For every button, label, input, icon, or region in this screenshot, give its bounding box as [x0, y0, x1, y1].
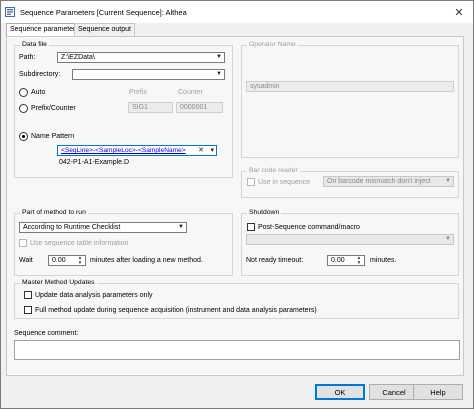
auto-label: Auto: [31, 89, 46, 96]
name-example: 042-P1-A1-Example.D: [59, 159, 130, 166]
update-data-analysis-checkbox[interactable]: [24, 291, 32, 299]
operator-name-field[interactable]: sysadmin: [246, 81, 454, 92]
full-method-update-checkbox[interactable]: [24, 306, 32, 314]
part-of-method-title: Part of method to run: [20, 209, 88, 216]
counter-field[interactable]: 0000001: [176, 102, 223, 113]
path-dropdown[interactable]: Z:\EZData\ ▼: [57, 52, 225, 63]
barcode-mismatch-value: On barcode mismatch don't inject: [327, 178, 431, 185]
use-in-sequence-label: Use in sequence: [258, 179, 311, 186]
name-pattern-value: <SeqLine>-<SampleLoc>-<SampleName>: [61, 147, 186, 154]
prefix-counter-radio[interactable]: [19, 104, 28, 113]
part-of-method-value: According to Runtime Checklist: [23, 224, 121, 231]
prefix-header: Prefix: [129, 89, 147, 96]
subdirectory-dropdown[interactable]: ▼: [72, 69, 225, 80]
operator-group: Operator Name: [241, 41, 459, 158]
barcode-mismatch-dropdown[interactable]: On barcode mismatch don't inject ▼: [323, 176, 454, 187]
wait-label: Wait: [19, 257, 33, 264]
chevron-down-icon[interactable]: ▾: [210, 146, 214, 154]
name-pattern-label: Name Pattern: [31, 133, 75, 140]
not-ready-value: 0.00: [331, 257, 345, 264]
tab-sequence-output[interactable]: Sequence output: [74, 23, 135, 36]
wait-suffix: minutes after loading a new method.: [90, 257, 203, 264]
clear-icon[interactable]: ✕: [198, 146, 204, 154]
chevron-down-icon: ▼: [216, 54, 222, 60]
chevron-down-icon: ▼: [445, 178, 451, 184]
path-value: Z:\EZData\: [61, 54, 95, 61]
tab-sequence-parameters[interactable]: Sequence parameters: [6, 23, 83, 37]
part-of-method-dropdown[interactable]: According to Runtime Checklist ▼: [19, 222, 187, 233]
not-ready-spinner[interactable]: 0.00 ▲ ▼: [327, 255, 365, 266]
auto-radio[interactable]: [19, 88, 28, 97]
sequence-parameters-dialog: Sequence Parameters [Current Sequence]: …: [0, 0, 474, 409]
full-method-update-label: Full method update during sequence acqui…: [35, 307, 317, 314]
master-method-title: Master Method Updates: [20, 279, 97, 286]
update-data-analysis-label: Update data analysis parameters only: [35, 292, 153, 299]
sequence-comment-label: Sequence comment:: [14, 330, 79, 337]
cancel-button[interactable]: Cancel: [369, 384, 419, 400]
counter-header: Counter: [178, 89, 203, 96]
prefix-counter-label: Prefix/Counter: [31, 105, 76, 112]
not-ready-label: Not ready timeout:: [246, 257, 304, 264]
window-title: Sequence Parameters [Current Sequence]: …: [20, 8, 187, 17]
wait-value: 0.00: [52, 257, 66, 264]
spin-arrows-icon[interactable]: ▲ ▼: [76, 255, 84, 265]
chevron-down-icon: ▼: [178, 224, 184, 230]
help-button[interactable]: Help: [413, 384, 463, 400]
operator-title: Operator Name: [247, 41, 298, 48]
data-file-title: Data file: [20, 41, 49, 48]
ok-button[interactable]: OK: [315, 384, 365, 400]
close-icon[interactable]: ✕: [445, 1, 473, 23]
name-pattern-field[interactable]: <SeqLine>-<SampleLoc>-<SampleName> ✕ ▾: [57, 145, 217, 156]
chevron-down-icon: ▼: [216, 71, 222, 77]
use-sequence-table-label: Use sequence table information: [30, 240, 129, 247]
post-sequence-checkbox[interactable]: [247, 223, 255, 231]
not-ready-suffix: minutes.: [370, 257, 397, 264]
shutdown-title: Shutdown: [247, 209, 282, 216]
post-sequence-command-dropdown[interactable]: ▼: [246, 234, 454, 245]
app-icon: [5, 7, 15, 17]
use-in-sequence-checkbox[interactable]: [247, 178, 255, 186]
subdirectory-label: Subdirectory:: [19, 71, 61, 78]
name-pattern-radio[interactable]: [19, 132, 28, 141]
use-sequence-table-checkbox[interactable]: [19, 239, 27, 247]
sequence-comment-field[interactable]: [14, 340, 460, 360]
spin-arrows-icon[interactable]: ▲ ▼: [355, 255, 363, 265]
path-label: Path:: [19, 54, 36, 61]
title-bar: Sequence Parameters [Current Sequence]: …: [1, 1, 473, 23]
wait-spinner[interactable]: 0.00 ▲ ▼: [48, 255, 86, 266]
prefix-field[interactable]: SIG1: [128, 102, 173, 113]
post-sequence-label: Post-Sequence command/macro: [258, 224, 360, 231]
chevron-down-icon: ▼: [445, 236, 451, 242]
barcode-title: Bar code reader: [247, 167, 300, 174]
